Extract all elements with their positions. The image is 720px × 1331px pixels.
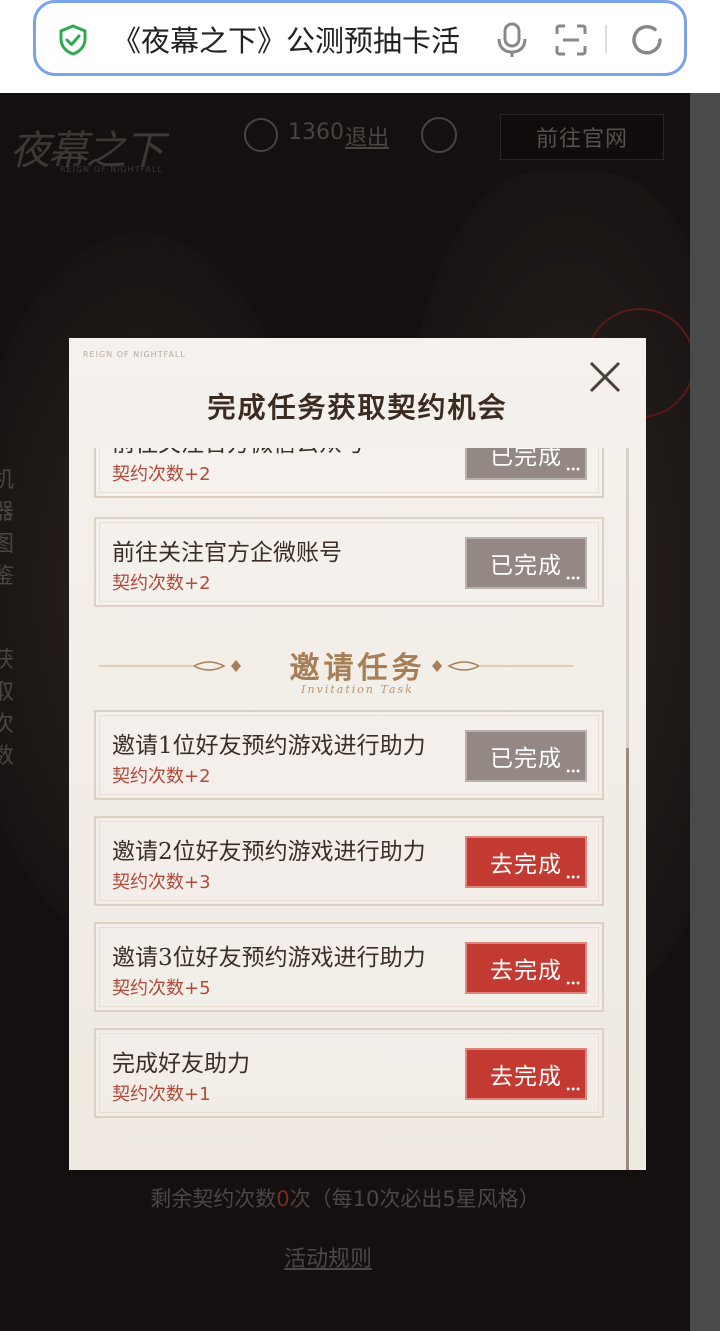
browser-bar: 《夜幕之下》公测预抽卡活 [0,0,720,93]
task-name: 前往关注官方微信公众号 [112,448,365,458]
task-go-button[interactable]: 去完成 ••• [465,836,587,888]
remaining-count: 0 [276,1187,290,1211]
remaining-suffix: 次（每10次必出5星风格） [289,1187,540,1211]
rules-link[interactable]: 活动规则 [284,1241,372,1273]
task-item: 邀请3位好友预约游戏进行助力 契约次数+5 去完成 ••• [94,922,604,1012]
task-name: 邀请2位好友预约游戏进行助力 [112,839,426,865]
microphone-icon[interactable] [494,21,530,59]
modal-title: 完成任务获取契约机会 [207,391,508,424]
task-modal: REIGN OF NIGHTFALL 完成任务获取契约机会 前往关注官方微信公众… [69,338,646,1170]
task-item: 前往关注官方微信公众号 契约次数+2 已完成••• [94,448,604,498]
page-title-url[interactable]: 《夜幕之下》公测预抽卡活 [112,21,512,61]
scan-icon[interactable] [554,23,588,57]
task-reward: 契约次数+2 [112,573,211,594]
side-tab-gallery[interactable]: 机器图鉴 [0,465,24,593]
user-icon [244,118,278,152]
task-item: 完成好友助力 契约次数+1 去完成 ••• [94,1028,604,1118]
task-name: 前往关注官方企微账号 [112,540,342,566]
scroll-thumb[interactable] [626,748,629,1170]
task-name: 邀请1位好友预约游戏进行助力 [112,733,426,759]
sound-icon[interactable] [421,117,457,153]
task-reward: 契约次数+3 [112,872,211,893]
task-done-button[interactable]: 已完成 ••• [465,537,587,589]
task-reward: 契约次数+2 [112,464,211,485]
task-reward: 契约次数+2 [112,766,211,787]
task-go-button[interactable]: 去完成 ••• [465,1048,587,1100]
shield-check-icon [59,24,87,56]
modal-brand-tag: REIGN OF NIGHTFALL [83,350,186,359]
task-go-button[interactable]: 去完成 ••• [465,942,587,994]
game-logo-subtitle: REIGN OF NIGHTFALL [60,165,163,174]
reload-icon[interactable] [628,21,666,59]
task-list[interactable]: 前往关注官方微信公众号 契约次数+2 已完成••• 前往关注官方企微账号 契约次… [69,448,646,1170]
toolbar-separator [605,25,607,53]
task-item: 邀请1位好友预约游戏进行助力 契约次数+2 已完成 ••• [94,710,604,800]
logout-link[interactable]: 退出 [345,120,389,152]
scrollbar-strip [690,93,720,1331]
task-reward: 契约次数+5 [112,978,211,999]
official-site-button[interactable]: 前往官网 [500,114,664,160]
invite-section-header: 邀请任务 Invitation Task [69,643,646,703]
remaining-count-text: 剩余契约次数0次（每10次必出5星风格） [0,1183,690,1213]
task-item: 邀请2位好友预约游戏进行助力 契约次数+3 去完成 ••• [94,816,604,906]
task-item: 前往关注官方企微账号 契约次数+2 已完成 ••• [94,517,604,607]
task-done-button[interactable]: 已完成 ••• [465,730,587,782]
task-name: 邀请3位好友预约游戏进行助力 [112,945,426,971]
user-count: 1360 [288,120,344,145]
side-tab-get-count[interactable]: 获取次数 [0,645,24,773]
task-reward: 契约次数+1 [112,1084,211,1105]
ornament-right-icon [432,660,574,672]
address-bar[interactable]: 《夜幕之下》公测预抽卡活 [33,0,687,76]
task-done-button[interactable]: 已完成 ••• [465,448,587,480]
task-name: 完成好友助力 [112,1051,250,1077]
remaining-prefix: 剩余契约次数 [150,1187,277,1211]
section-subtitle: Invitation Task [301,683,414,696]
